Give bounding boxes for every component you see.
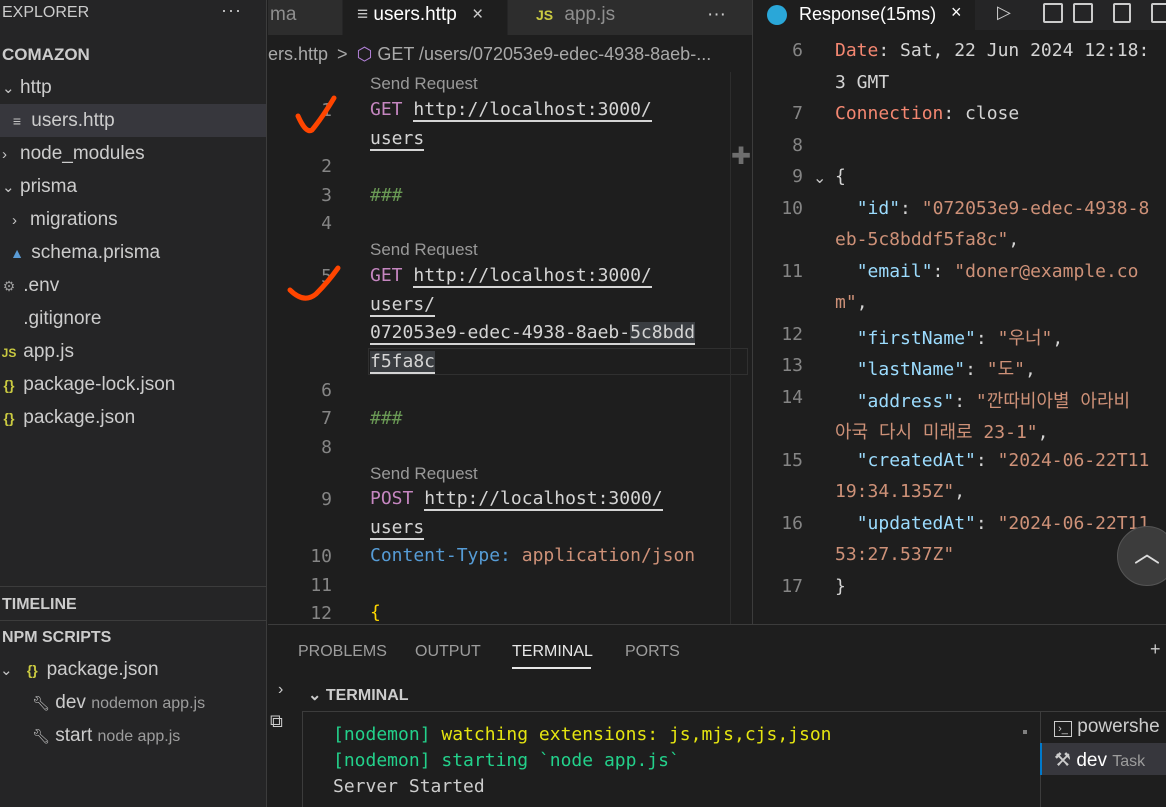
terminal-session-dev-label[interactable]: ⚒ dev Task xyxy=(1054,749,1145,772)
gear-icon: ⚙ xyxy=(2,278,16,294)
request-line: GET http://localhost:3000/ xyxy=(370,265,652,288)
add-cursor-icon: ✚ xyxy=(731,143,752,170)
fold-chevron-icon[interactable]: ⌄ xyxy=(813,168,826,188)
wrench-icon: 🔧︎ xyxy=(32,728,50,744)
checkmark-annotation-icon xyxy=(287,265,341,301)
request-line: POST http://localhost:3000/ xyxy=(370,488,663,511)
tree-file-gitignore[interactable]: .gitignore xyxy=(0,302,266,335)
tree-file-package-json[interactable]: {} package.json xyxy=(0,401,266,434)
chevron-right-icon: › xyxy=(2,146,7,163)
request-url-link[interactable]: http://localhost:3000/ xyxy=(424,488,663,511)
rest-client-icon xyxy=(767,5,787,25)
prisma-triangle-icon: ▲ xyxy=(10,245,24,261)
tab-schema-prisma[interactable]: ma xyxy=(268,0,342,35)
scroll-marker xyxy=(1023,730,1027,734)
cube-icon: ⬡ xyxy=(356,44,373,64)
tree-folder-migrations[interactable]: › migrations xyxy=(0,203,266,236)
workspace-root[interactable]: COMAZON xyxy=(0,38,266,71)
divider xyxy=(0,586,266,587)
chevron-down-icon: ⌄ xyxy=(2,179,15,196)
json-braces-icon: {} xyxy=(3,377,15,393)
selected-text[interactable]: 5c8bdd xyxy=(630,322,696,345)
active-tab-indicator xyxy=(512,667,591,669)
save-body-icon[interactable] xyxy=(1073,3,1093,23)
tab-response[interactable]: Response(15ms) × xyxy=(753,0,975,30)
bottom-panel: PROBLEMS OUTPUT TERMINAL PORTS + › ⌄ TER… xyxy=(268,624,1166,807)
tree-folder-node-modules[interactable]: › node_modules xyxy=(0,137,266,170)
chevron-down-icon: ⌄ xyxy=(2,80,15,97)
request-url-link[interactable]: 072053e9-edec-4938-8aeb- xyxy=(370,322,631,345)
breadcrumb-request[interactable]: GET /users/072053e9-edec-4938-8aeb-... xyxy=(377,44,711,64)
tab-users-http[interactable]: ≡ users.http × xyxy=(343,0,507,35)
tree-folder-http[interactable]: ⌄ http xyxy=(0,71,266,104)
file-lines-icon: ≡ xyxy=(357,4,369,25)
npm-script-start[interactable]: 🔧︎ start node app.js xyxy=(0,719,266,752)
add-terminal-button[interactable]: + xyxy=(1150,639,1161,660)
save-icon[interactable] xyxy=(1043,3,1063,23)
tab-problems[interactable]: PROBLEMS xyxy=(298,643,387,661)
selected-text[interactable]: f5fa8c xyxy=(370,351,436,374)
terminal-icon: ›_ xyxy=(1054,721,1072,737)
chevron-right-icon: › xyxy=(12,212,17,229)
close-tab-button[interactable]: × xyxy=(472,4,483,25)
request-separator: ### xyxy=(370,185,403,206)
checkmark-annotation-icon xyxy=(295,95,337,134)
tab-ports[interactable]: PORTS xyxy=(625,643,680,661)
terminal-section-header[interactable]: ⌄ TERMINAL xyxy=(308,685,409,705)
request-url-link[interactable]: users xyxy=(370,517,425,540)
tab-terminal[interactable]: TERMINAL xyxy=(512,643,593,661)
divider xyxy=(0,620,266,621)
npm-package-json[interactable]: ⌄ {} package.json xyxy=(0,653,266,686)
tab-output[interactable]: OUTPUT xyxy=(415,643,481,661)
send-request-codelens[interactable]: Send Request xyxy=(370,240,478,260)
scroll-to-top-button[interactable]: ︿ xyxy=(1117,526,1166,586)
file-lines-icon: ≡ xyxy=(12,113,22,129)
json-braces-icon: {} xyxy=(3,410,15,426)
send-request-codelens[interactable]: Send Request xyxy=(370,74,478,94)
editor-area[interactable]: ✚ 1 2 3 4 5 6 7 8 9 10 11 12 Send Reques… xyxy=(268,72,752,624)
editor-tab-bar: ma ≡ users.http × JS app.js ··· xyxy=(268,0,752,35)
response-panel: Response(15ms) × ▷ 6 7 8 9 10 11 12 13 1… xyxy=(752,0,1166,624)
json-braces-icon: {} xyxy=(26,662,38,678)
tree-file-schema-prisma[interactable]: ▲ schema.prisma xyxy=(0,236,266,269)
wrench-icon: 🔧︎ xyxy=(32,695,50,711)
tree-file-env[interactable]: ⚙ .env xyxy=(0,269,266,302)
explorer-more-button[interactable]: ··· xyxy=(221,0,242,21)
request-url-link[interactable]: users xyxy=(370,128,425,151)
editor-more-button[interactable]: ··· xyxy=(707,0,726,30)
request-url-link[interactable]: http://localhost:3000/ xyxy=(413,99,652,122)
breadcrumb: ers.http > ⬡ GET /users/072053e9-edec-49… xyxy=(268,44,712,64)
js-icon: JS xyxy=(1,346,17,360)
breadcrumb-file[interactable]: ers.http xyxy=(268,44,328,64)
split-editor-icon[interactable] xyxy=(1151,3,1166,23)
request-url-link[interactable]: users/ xyxy=(370,294,436,317)
request-url-link[interactable]: http://localhost:3000/ xyxy=(413,265,652,288)
play-icon[interactable]: ▷ xyxy=(997,2,1011,23)
explorer-sidebar: EXPLORER ··· COMAZON ⌄ http ≡ users.http … xyxy=(0,0,267,807)
tree-file-package-lock-json[interactable]: {} package-lock.json xyxy=(0,368,266,401)
tree-folder-prisma[interactable]: ⌄ prisma xyxy=(0,170,266,203)
tree-file-users-http[interactable]: ≡ users.http xyxy=(0,104,266,137)
chevron-right-icon[interactable]: › xyxy=(278,681,283,699)
request-separator: ### xyxy=(370,408,403,429)
js-icon: JS xyxy=(536,7,554,23)
timeline-section-header[interactable]: TIMELINE xyxy=(2,596,77,614)
terminal-session-powershell[interactable]: ›_ powershe xyxy=(1054,716,1160,738)
npm-scripts-section-header[interactable]: NPM SCRIPTS xyxy=(2,629,111,647)
send-request-codelens[interactable]: Send Request xyxy=(370,464,478,484)
chevron-down-icon: ⌄ xyxy=(308,687,322,704)
npm-script-dev[interactable]: 🔧︎ dev nodemon app.js xyxy=(0,686,266,719)
tree-file-app-js[interactable]: JS app.js xyxy=(0,335,266,368)
terminal-view[interactable]: [nodemon] watching extensions: js,mjs,cj… xyxy=(302,711,1040,807)
request-line: GET http://localhost:3000/ xyxy=(370,99,652,122)
terminal-launch-icon[interactable]: ⧉ xyxy=(270,711,283,732)
tools-icon: ⚒ xyxy=(1054,750,1072,771)
close-tab-button[interactable]: × xyxy=(951,2,962,23)
chevron-down-icon: ⌄ xyxy=(0,662,13,679)
copy-icon[interactable] xyxy=(1113,3,1131,23)
tab-app-js[interactable]: JS app.js ··· xyxy=(508,0,752,35)
